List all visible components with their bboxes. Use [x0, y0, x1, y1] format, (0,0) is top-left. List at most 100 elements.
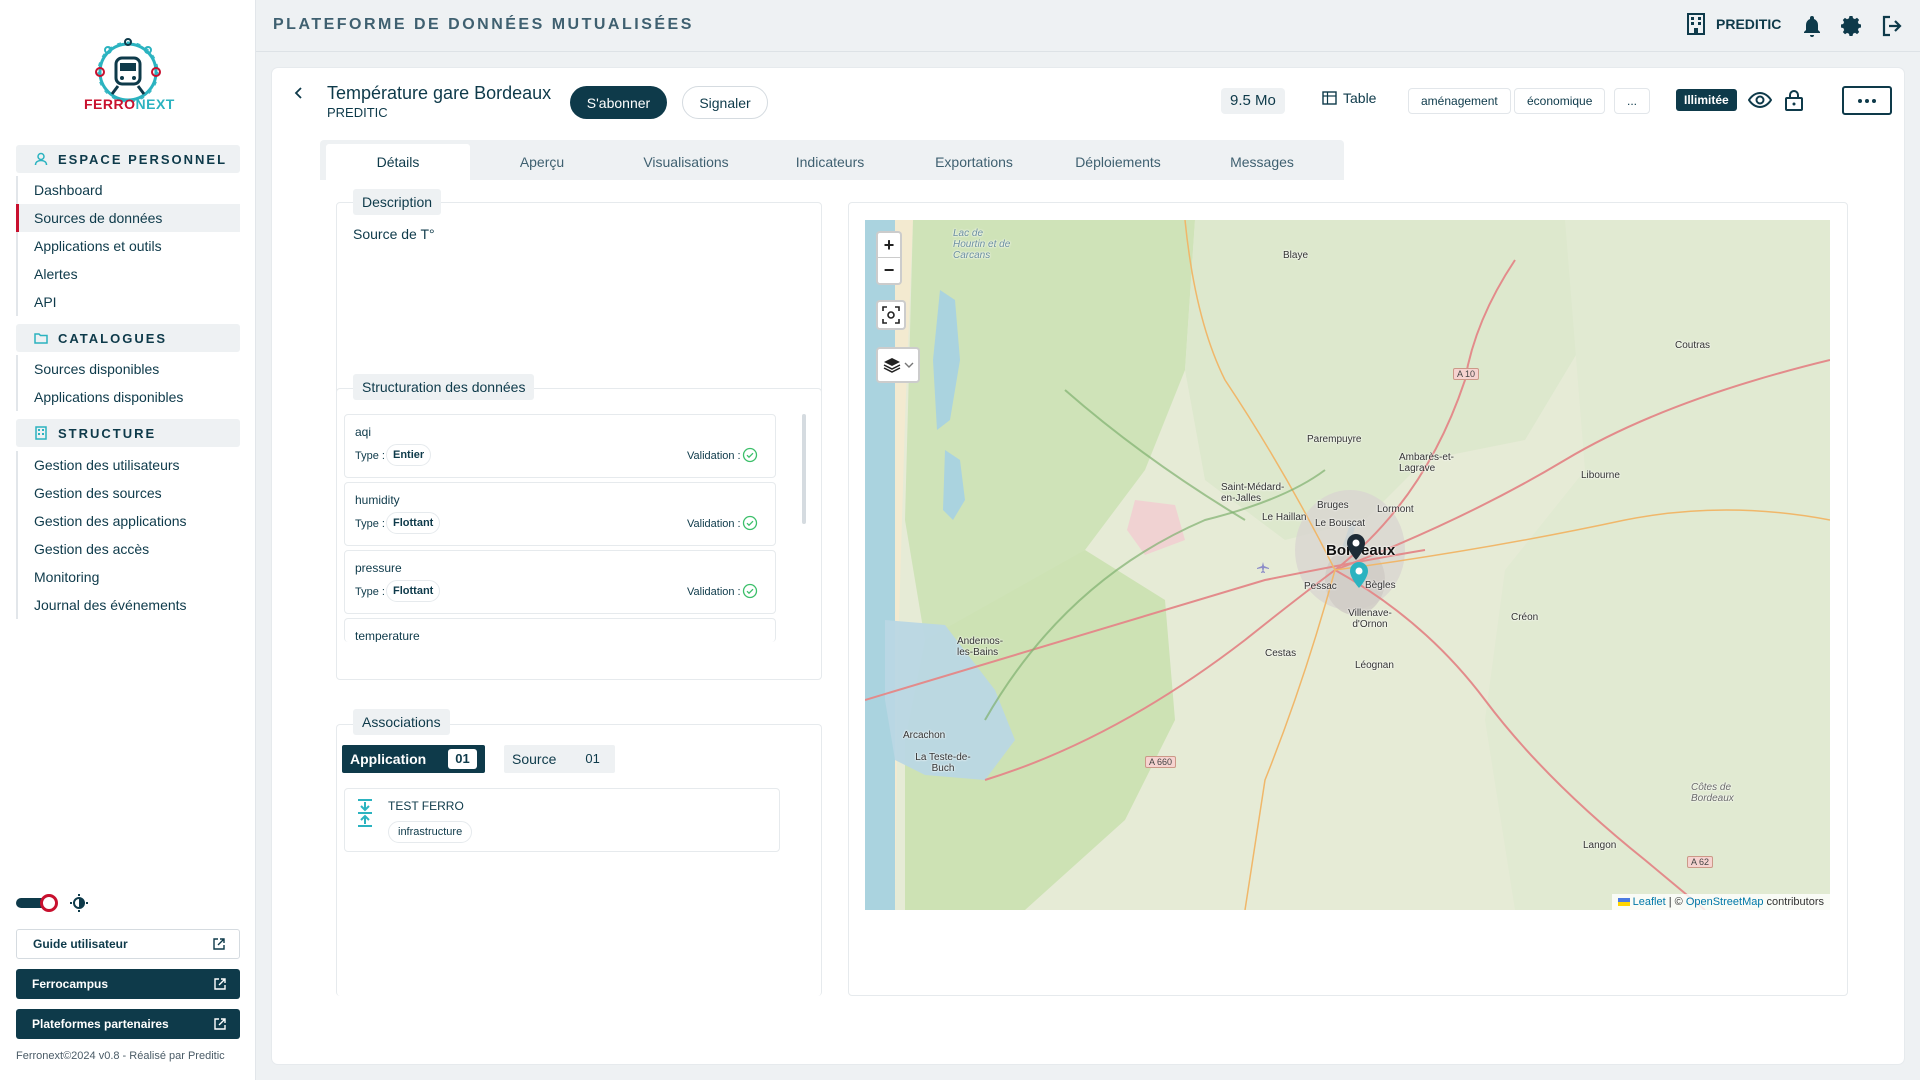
fit-bounds-button[interactable] [876, 300, 906, 330]
tab-messages[interactable]: Messages [1190, 144, 1334, 180]
sidebar-item-monitoring[interactable]: Monitoring [18, 563, 240, 591]
gear-icon[interactable] [1840, 14, 1864, 38]
sidebar-item-gestion-utilisateurs[interactable]: Gestion des utilisateurs [18, 451, 240, 479]
section-espace-personnel: ESPACE PERSONNEL [16, 145, 240, 173]
lock-icon[interactable] [1782, 88, 1806, 112]
map-label-lac-hourtin: Lac de Hourtin et de Carcans [953, 228, 1011, 261]
format-table-link[interactable]: Table [1322, 90, 1376, 106]
sidebar-item-gestion-sources[interactable]: Gestion des sources [18, 479, 240, 507]
tab-details[interactable]: Détails [326, 144, 470, 180]
tab-visualisations[interactable]: Visualisations [614, 144, 758, 180]
sidebar-item-gestion-acces[interactable]: Gestion des accès [18, 535, 240, 563]
map-marker-teal-icon[interactable] [1349, 561, 1369, 589]
logo-part-next: NEXT [135, 96, 175, 112]
layers-icon [883, 358, 900, 373]
layers-button[interactable] [876, 347, 920, 383]
tab-apercu[interactable]: Aperçu [470, 144, 614, 180]
road-label-a660: A 660 [1145, 756, 1177, 768]
logout-icon[interactable] [1880, 14, 1904, 38]
chevron-down-icon [904, 362, 913, 368]
tags-more[interactable]: ... [1614, 88, 1651, 114]
assoc-tab-count: 01 [448, 749, 477, 769]
dataset-card: Température gare Bordeaux PREDITIC S'abo… [272, 68, 1904, 1064]
back-arrow-icon[interactable] [292, 86, 306, 100]
ferrocampus-button[interactable]: Ferrocampus [16, 969, 240, 999]
association-name: TEST FERRO [388, 799, 464, 813]
map-label-langon: Langon [1583, 840, 1617, 851]
nav-group-structure: Gestion des utilisateurs Gestion des sou… [16, 451, 240, 619]
platform-title: PLATEFORME DE DONNÉES MUTUALISÉES [273, 16, 694, 33]
validation-label: Validation : [687, 586, 741, 598]
map-label-leognan: Léognan [1355, 660, 1394, 671]
field-name: humidity [355, 493, 400, 507]
assoc-tab-label: Source [512, 751, 557, 767]
sidebar-item-applications-et-outils[interactable]: Applications et outils [18, 232, 240, 260]
map[interactable]: Lac de Hourtin et de Carcans Blaye Coutr… [865, 220, 1830, 910]
building-icon [34, 426, 48, 440]
section-title: ESPACE PERSONNEL [58, 151, 228, 167]
map-label-cestas: Cestas [1265, 648, 1297, 659]
tab-exportations[interactable]: Exportations [902, 144, 1046, 180]
section-title: STRUCTURE [58, 425, 157, 441]
leaflet-link[interactable]: Leaflet [1633, 896, 1666, 908]
attribution-tail: contributors [1763, 896, 1824, 908]
tag-economique[interactable]: économique [1514, 88, 1606, 114]
section-title: CATALOGUES [58, 330, 168, 346]
sidebar-item-sources-disponibles[interactable]: Sources disponibles [18, 355, 240, 383]
building-icon [1687, 13, 1705, 35]
external-link-icon [214, 978, 226, 990]
logo-wordmark: FERRONEXT [84, 96, 175, 112]
compress-icon [358, 799, 372, 827]
external-link-icon [213, 938, 225, 950]
validation-label: Validation : [687, 518, 741, 530]
sidebar-item-api[interactable]: API [18, 288, 240, 316]
map-label-pessac: Pessac [1304, 581, 1337, 592]
folder-icon [34, 331, 48, 345]
structure-scrollbar[interactable] [802, 414, 806, 524]
brightness-icon [70, 894, 88, 912]
organization-switcher[interactable]: PREDITIC [1686, 13, 1781, 35]
field-row-pressure: pressure Type : Flottant Validation : [344, 550, 776, 614]
report-button[interactable]: Signaler [682, 86, 768, 119]
sidebar-item-alertes[interactable]: Alertes [18, 260, 240, 288]
zoom-in-button[interactable]: + [878, 233, 900, 258]
assoc-tab-source[interactable]: Source 01 [504, 745, 615, 773]
road-label-a10: A 10 [1453, 368, 1480, 380]
map-label-cotes-bordeaux: Côtes de Bordeaux [1691, 782, 1734, 804]
tab-deploiements[interactable]: Déploiements [1046, 144, 1190, 180]
type-label: Type : [355, 586, 385, 598]
map-label-begles: Bègles [1365, 580, 1396, 591]
map-marker-dark-icon[interactable] [1346, 533, 1366, 561]
subscribe-button[interactable]: S'abonner [570, 86, 667, 119]
section-structure: STRUCTURE [16, 419, 240, 447]
section-catalogues: CATALOGUES [16, 324, 240, 352]
zoom-out-button[interactable]: − [878, 258, 900, 283]
osm-link[interactable]: OpenStreetMap [1686, 896, 1764, 908]
eye-icon[interactable] [1748, 88, 1772, 112]
guide-utilisateur-button[interactable]: Guide utilisateur [16, 929, 240, 959]
sidebar-item-sources-de-donnees[interactable]: Sources de données [16, 204, 240, 232]
sidebar-item-applications-disponibles[interactable]: Applications disponibles [18, 383, 240, 411]
type-chip: Flottant [386, 580, 441, 602]
more-options-button[interactable] [1842, 86, 1892, 115]
tab-indicateurs[interactable]: Indicateurs [758, 144, 902, 180]
attribution-separator: | © [1665, 896, 1686, 908]
sidebar-item-gestion-applications[interactable]: Gestion des applications [18, 507, 240, 535]
user-icon [34, 152, 48, 166]
assoc-tab-application[interactable]: Application 01 [342, 745, 485, 773]
map-label-libourne: Libourne [1581, 470, 1620, 481]
description-text: Source de T° [353, 226, 435, 242]
theme-toggle[interactable] [16, 894, 60, 912]
map-label-creon: Créon [1511, 612, 1539, 623]
map-label-bruges: Bruges [1317, 500, 1349, 511]
nav-group-espace-personnel: Dashboard Sources de données Application… [16, 176, 240, 316]
sidebar-item-dashboard[interactable]: Dashboard [18, 176, 240, 204]
associations-label: Associations [353, 709, 450, 735]
bell-icon[interactable] [1800, 14, 1824, 38]
plateformes-partenaires-button[interactable]: Plateformes partenaires [16, 1009, 240, 1039]
sidebar-item-journal-evenements[interactable]: Journal des événements [18, 591, 240, 619]
field-name: pressure [355, 561, 402, 575]
tag-amenagement[interactable]: aménagement [1408, 88, 1511, 114]
association-item[interactable]: TEST FERRO infrastructure [344, 788, 780, 852]
type-label: Type : [355, 518, 385, 530]
